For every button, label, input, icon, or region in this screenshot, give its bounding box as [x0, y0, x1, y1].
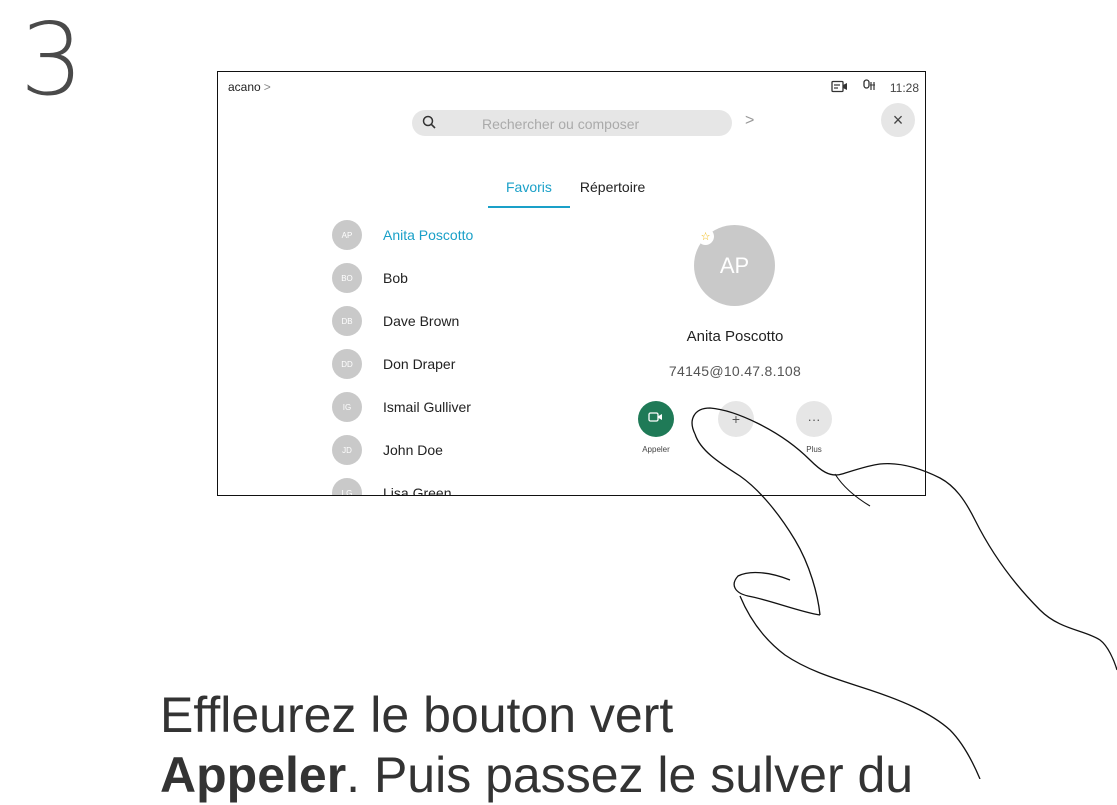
- add-button[interactable]: +: [718, 401, 754, 437]
- detail-address: 74145@10.47.8.108: [668, 363, 802, 379]
- contact-name: Lisa Green: [383, 485, 452, 496]
- search-placeholder: Rechercher ou composer: [482, 116, 640, 132]
- step-number: 3: [20, 1, 84, 118]
- search-input[interactable]: Rechercher ou composer: [412, 110, 732, 136]
- instruction-line-2-rest: . Puis passez le sulver du: [346, 747, 914, 803]
- avatar: DB: [332, 306, 362, 336]
- breadcrumb-label: acano: [228, 80, 261, 94]
- contact-name: John Doe: [383, 442, 443, 458]
- contact-name: Ismail Gulliver: [383, 399, 471, 415]
- more-button[interactable]: ···: [796, 401, 832, 437]
- list-item[interactable]: DD Don Draper: [332, 349, 532, 379]
- status-bar: 11:28: [831, 79, 919, 96]
- instruction-line-2: Appeler. Puis passez le sulver du: [160, 745, 913, 805]
- tab-directory[interactable]: Répertoire: [574, 179, 651, 208]
- call-label: Appeler: [642, 445, 670, 454]
- avatar: BO: [332, 263, 362, 293]
- instruction-text: Effleurez le bouton vert Appeler. Puis p…: [160, 685, 913, 805]
- list-item[interactable]: BO Bob: [332, 263, 532, 293]
- avatar: JD: [332, 435, 362, 465]
- instruction-line-1: Effleurez le bouton vert: [160, 687, 674, 743]
- microphone-muted-icon: [862, 79, 876, 96]
- favorite-star-icon: ☆: [697, 228, 714, 245]
- camera-icon: [831, 80, 848, 96]
- breadcrumb[interactable]: acano >: [228, 80, 271, 94]
- list-item[interactable]: DB Dave Brown: [332, 306, 532, 336]
- chevron-right-icon: >: [263, 80, 271, 94]
- avatar: AP: [332, 220, 362, 250]
- contact-name: Bob: [383, 270, 408, 286]
- detail-name: Anita Poscotto: [686, 328, 784, 345]
- video-camera-icon: [648, 410, 664, 428]
- instruction-bold-word: Appeler: [160, 747, 347, 803]
- tab-favorites[interactable]: Favoris: [488, 179, 570, 208]
- list-item[interactable]: LG Lisa Green: [332, 478, 532, 496]
- avatar: IG: [332, 392, 362, 422]
- contact-name: Don Draper: [383, 356, 456, 372]
- contact-name: Dave Brown: [383, 313, 460, 329]
- list-item[interactable]: IG Ismail Gulliver: [332, 392, 532, 422]
- more-label: Plus: [806, 445, 822, 454]
- search-icon: [422, 115, 436, 134]
- go-chevron-icon[interactable]: >: [745, 112, 754, 130]
- avatar: LG: [332, 478, 362, 495]
- contact-name: Anita Poscotto: [383, 227, 474, 243]
- tab-bar: Favoris Répertoire: [488, 179, 651, 208]
- clock-time: 11:28: [889, 80, 919, 95]
- device-screen: acano > 11:28 Rechercher ou composer > × …: [217, 71, 926, 496]
- list-item[interactable]: AP Anita Poscotto: [332, 220, 532, 250]
- list-item[interactable]: JD John Doe: [332, 435, 532, 465]
- call-button[interactable]: [638, 401, 674, 437]
- close-button[interactable]: ×: [881, 103, 915, 137]
- avatar: DD: [332, 349, 362, 379]
